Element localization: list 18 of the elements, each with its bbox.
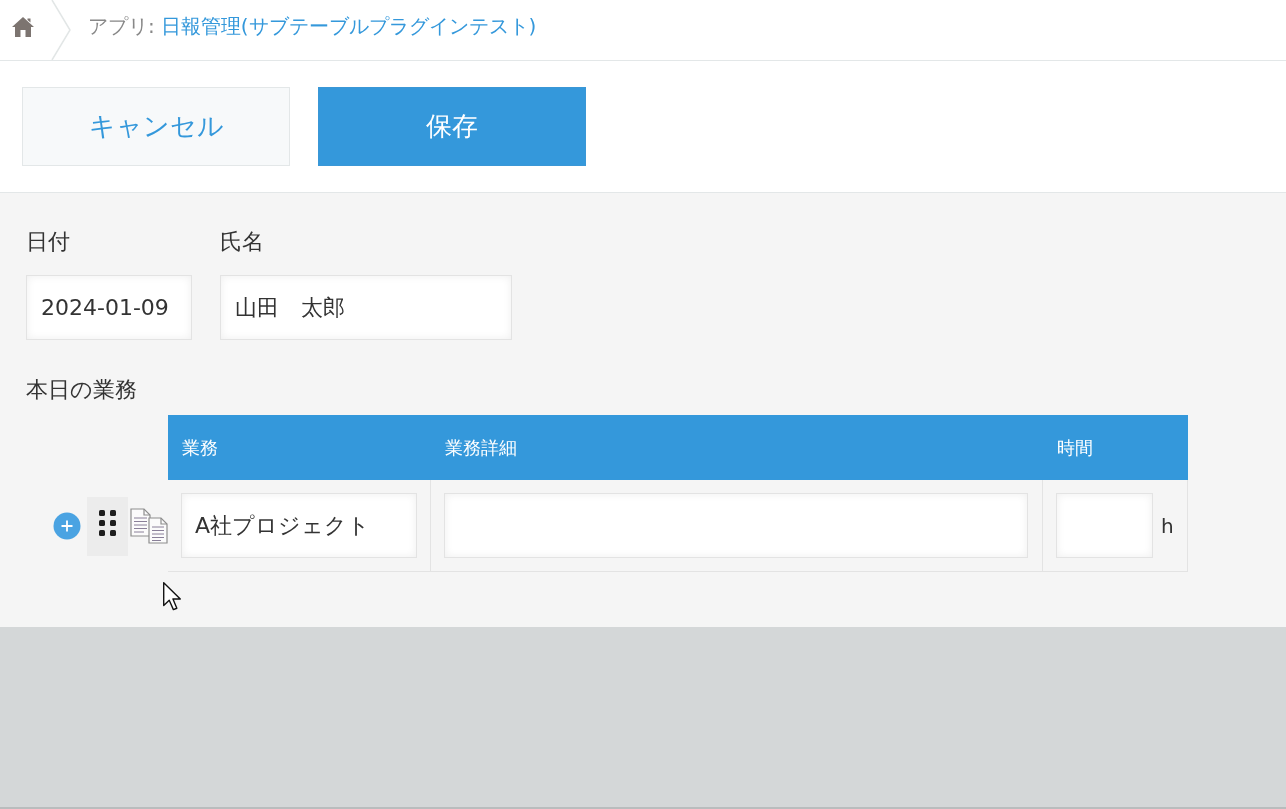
column-header: 業務 [168, 415, 431, 480]
section-label: 本日の業務 [26, 376, 137, 404]
home-icon[interactable] [12, 17, 34, 37]
field-label: 氏名 [220, 228, 264, 256]
copy-icon[interactable] [130, 508, 168, 544]
input-field[interactable] [444, 493, 1028, 558]
add-row-icon[interactable] [53, 512, 81, 540]
breadcrumb-label: アプリ: [88, 12, 155, 40]
field-label: 日付 [26, 228, 70, 256]
date-field[interactable]: 2024-01-09 [26, 275, 192, 340]
input-field[interactable]: A社プロジェクト [181, 493, 417, 558]
unit-label: h [1161, 513, 1174, 538]
text-field[interactable]: 山田 太郎 [220, 275, 512, 340]
input-field[interactable] [1056, 493, 1153, 558]
drag-handle-icon[interactable] [87, 496, 128, 556]
column-header: 時間 [1043, 415, 1188, 480]
cursor-icon [163, 582, 181, 611]
column-header: 業務詳細 [431, 415, 1043, 480]
